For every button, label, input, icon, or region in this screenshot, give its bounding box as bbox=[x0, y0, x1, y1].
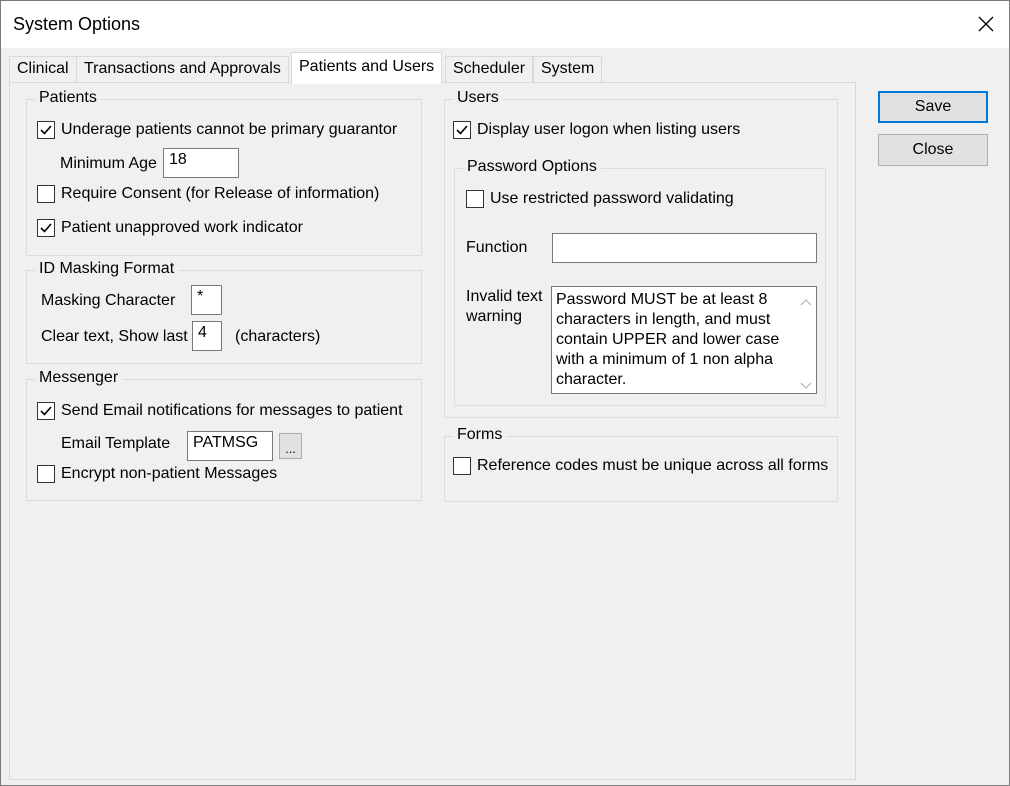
display-logon-row[interactable]: Display user logon when listing users bbox=[453, 121, 740, 139]
underage-checkbox[interactable] bbox=[37, 121, 55, 139]
tab-patients-and-users[interactable]: Patients and Users bbox=[291, 52, 443, 84]
function-label: Function bbox=[466, 239, 528, 256]
require-consent-label: Require Consent (for Release of informat… bbox=[61, 185, 380, 202]
minimum-age-input[interactable]: 18 bbox=[163, 148, 239, 178]
encrypt-row[interactable]: Encrypt non-patient Messages bbox=[37, 465, 277, 483]
underage-checkbox-row[interactable]: Underage patients cannot be primary guar… bbox=[37, 121, 397, 139]
invalid-text-warning-value: Password MUST be at least 8 characters i… bbox=[556, 291, 780, 388]
invalid-text-scrollbar[interactable] bbox=[797, 288, 815, 392]
patients-group-label: Patients bbox=[35, 89, 101, 107]
id-masking-group: ID Masking Format bbox=[26, 260, 422, 364]
password-options-group-label: Password Options bbox=[463, 158, 601, 176]
users-group-label: Users bbox=[453, 89, 503, 107]
forms-group-label: Forms bbox=[453, 426, 507, 444]
email-template-input[interactable]: PATMSG bbox=[187, 431, 273, 461]
require-consent-checkbox[interactable] bbox=[37, 185, 55, 203]
characters-suffix: (characters) bbox=[235, 328, 321, 345]
masking-character-input[interactable]: * bbox=[191, 285, 222, 315]
invalid-text-label-line1: Invalid text bbox=[466, 288, 543, 305]
scroll-down-icon[interactable] bbox=[800, 377, 812, 390]
masking-character-label: Masking Character bbox=[41, 292, 176, 309]
function-input[interactable] bbox=[552, 233, 817, 263]
unique-codes-checkbox[interactable] bbox=[453, 457, 471, 475]
tab-system[interactable]: System bbox=[533, 56, 603, 83]
tab-scheduler[interactable]: Scheduler bbox=[445, 56, 534, 83]
invalid-text-warning-textarea[interactable]: Password MUST be at least 8 characters i… bbox=[551, 286, 817, 394]
send-email-checkbox[interactable] bbox=[37, 402, 55, 420]
close-button[interactable]: Close bbox=[878, 134, 988, 166]
encrypt-label: Encrypt non-patient Messages bbox=[61, 465, 278, 482]
unique-codes-label: Reference codes must be unique across al… bbox=[477, 457, 829, 474]
tab-page-patients-and-users: Patients Underage patients cannot be pri… bbox=[9, 82, 856, 780]
email-template-browse-button[interactable]: ... bbox=[279, 433, 302, 459]
send-email-row[interactable]: Send Email notifications for messages to… bbox=[37, 402, 403, 420]
unapproved-work-label: Patient unapproved work indicator bbox=[61, 219, 303, 236]
title-bar: System Options bbox=[0, 0, 1010, 48]
display-logon-checkbox[interactable] bbox=[453, 121, 471, 139]
restricted-password-row[interactable]: Use restricted password validating bbox=[466, 190, 734, 208]
encrypt-checkbox[interactable] bbox=[37, 465, 55, 483]
close-icon[interactable] bbox=[963, 1, 1009, 47]
require-consent-row[interactable]: Require Consent (for Release of informat… bbox=[37, 185, 379, 203]
unique-codes-row[interactable]: Reference codes must be unique across al… bbox=[453, 457, 828, 475]
clear-text-label: Clear text, Show last bbox=[41, 328, 188, 345]
scroll-up-icon[interactable] bbox=[800, 293, 812, 306]
email-template-label: Email Template bbox=[61, 435, 171, 452]
tab-clinical[interactable]: Clinical bbox=[9, 56, 77, 83]
id-masking-group-label: ID Masking Format bbox=[35, 260, 179, 278]
invalid-text-label-line2: warning bbox=[466, 308, 523, 325]
messenger-group-label: Messenger bbox=[35, 369, 123, 387]
tab-transactions-and-approvals[interactable]: Transactions and Approvals bbox=[76, 56, 289, 83]
save-button[interactable]: Save bbox=[878, 91, 988, 123]
minimum-age-label: Minimum Age bbox=[60, 155, 157, 172]
unapproved-work-checkbox[interactable] bbox=[37, 219, 55, 237]
underage-label: Underage patients cannot be primary guar… bbox=[61, 121, 398, 138]
restricted-password-checkbox[interactable] bbox=[466, 190, 484, 208]
send-email-label: Send Email notifications for messages to… bbox=[61, 402, 403, 419]
restricted-password-label: Use restricted password validating bbox=[490, 190, 734, 207]
display-logon-label: Display user logon when listing users bbox=[477, 121, 741, 138]
unapproved-work-row[interactable]: Patient unapproved work indicator bbox=[37, 219, 303, 237]
window-title: System Options bbox=[13, 14, 141, 34]
clear-text-input[interactable]: 4 bbox=[192, 321, 222, 351]
